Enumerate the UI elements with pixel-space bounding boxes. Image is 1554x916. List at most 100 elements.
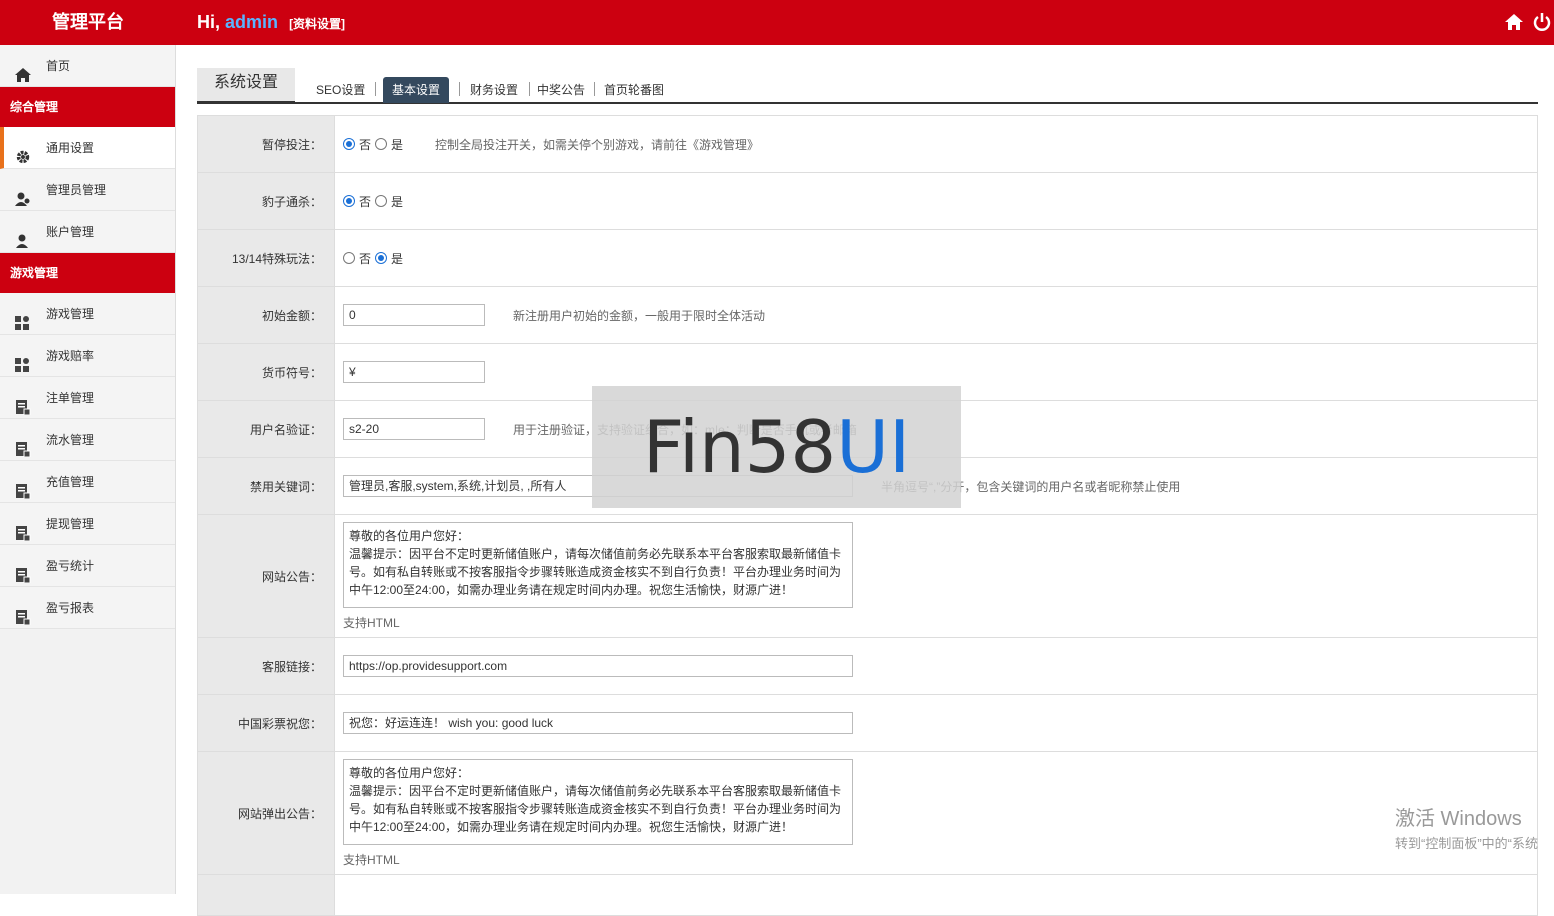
sidebar-item-home[interactable]: 首页 (0, 45, 175, 87)
main-content: 系统设置 SEO设置 基本设置 财务设置 中奖公告 首页轮番图 暂停投注： 否 … (197, 60, 1538, 916)
watermark-logo: Fin58 UI (592, 386, 961, 508)
field-label: 豹子通杀： (198, 173, 335, 229)
field-label: 中国彩票祝您： (198, 695, 335, 751)
sidebar-item-profit-stats[interactable]: 盈亏统计 (0, 545, 175, 587)
settings-form: 暂停投注： 否 是 控制全局投注开关，如需关停个别游戏，请前往《游戏管理》 豹子… (197, 115, 1538, 916)
field-label: 网站弹出公告： (198, 752, 335, 874)
sidebar-item-label: 账户管理 (46, 225, 95, 239)
field-label: 禁用关键词： (198, 458, 335, 514)
profile-settings-link[interactable]: [资料设置] (289, 17, 345, 31)
popup-notice-textarea[interactable]: 尊敬的各位用户您好： 温馨提示：因平台不定时更新储值账户，请每次储值前务必先联系… (343, 758, 853, 845)
sidebar-item-transactions[interactable]: 流水管理 (0, 419, 175, 461)
field-hint: 新注册用户初始的金额，一般用于限时全体活动 (513, 308, 766, 323)
radio-label: 是 (391, 251, 404, 266)
radio-pause-bet-yes[interactable] (375, 138, 388, 150)
row-support-link: 客服链接： https://op.providesupport.com (198, 638, 1537, 695)
sidebar-item-bet-orders[interactable]: 注单管理 (0, 377, 175, 419)
sidebar-item-game-odds[interactable]: 游戏赔率 (0, 335, 175, 377)
sidebar: 首页 综合管理 通用设置 管理员管理 账户管理 游戏管理 游戏管理 游戏赔率 注… (0, 45, 176, 894)
doc-icon (14, 432, 32, 458)
radio-leopard-kill-yes[interactable] (375, 195, 388, 207)
tab-basic[interactable]: 基本设置 (383, 77, 450, 103)
field-label: 初始金额： (198, 287, 335, 343)
radio-label: 是 (391, 137, 404, 152)
currency-symbol-input[interactable]: ¥ (343, 361, 485, 383)
radio-label: 否 (359, 251, 372, 266)
row-special-play: 13/14特殊玩法： 否 是 (198, 230, 1537, 287)
initial-amount-input[interactable]: 0 (343, 304, 485, 326)
doc-icon (14, 558, 32, 584)
sidebar-section-general[interactable]: 综合管理 (0, 87, 175, 127)
tab-home-carousel[interactable]: 首页轮番图 (595, 77, 673, 103)
power-icon[interactable] (1532, 12, 1552, 32)
greeting: Hi, admin [资料设置] (197, 0, 345, 45)
sidebar-item-account-management[interactable]: 账户管理 (0, 211, 175, 253)
radio-label: 否 (359, 194, 372, 209)
site-notice-textarea[interactable]: 尊敬的各位用户您好： 温馨提示：因平台不定时更新储值账户，请每次储值前务必先联系… (343, 521, 853, 608)
field-hint: 控制全局投注开关，如需关停个别游戏，请前往《游戏管理》 (435, 137, 760, 152)
activation-subtitle: 转到“控制面板”中的“系统 (1395, 836, 1538, 851)
greeting-text: Hi, (197, 12, 221, 32)
sidebar-item-admin-management[interactable]: 管理员管理 (0, 169, 175, 211)
tab-divider (459, 82, 460, 96)
sidebar-item-profit-report[interactable]: 盈亏报表 (0, 587, 175, 629)
radio-leopard-kill-no[interactable] (343, 195, 355, 207)
sidebar-item-label: 通用设置 (46, 141, 95, 155)
field-label: 货币符号： (198, 344, 335, 400)
support-link-input[interactable]: https://op.providesupport.com (343, 655, 853, 677)
sidebar-item-deposits[interactable]: 充值管理 (0, 461, 175, 503)
doc-icon (14, 390, 32, 416)
tab-finance[interactable]: 财务设置 (461, 77, 527, 103)
doc-icon (14, 516, 32, 542)
tab-winning-notice[interactable]: 中奖公告 (528, 77, 594, 103)
html-support-note: 支持HTML (343, 615, 400, 630)
sidebar-item-label: 充值管理 (46, 475, 95, 489)
grid-icon (14, 348, 32, 372)
gear-icon (14, 140, 32, 164)
tab-divider (375, 82, 376, 96)
row-lottery-wish: 中国彩票祝您： 祝您：好运连连！ wish you: good luck (198, 695, 1537, 752)
sidebar-item-label: 游戏赔率 (46, 349, 95, 363)
username-link[interactable]: admin (225, 12, 278, 32)
brand-title: 管理平台 (52, 12, 124, 32)
doc-icon (14, 600, 32, 626)
radio-special-play-no[interactable] (343, 252, 355, 264)
activation-title: 激活 Windows (1395, 808, 1522, 830)
watermark-text: Fin58 (642, 405, 837, 489)
row-leopard-kill: 豹子通杀： 否 是 (198, 173, 1537, 230)
sidebar-item-label: 盈亏统计 (46, 559, 95, 573)
lottery-wish-input[interactable]: 祝您：好运连连！ wish you: good luck (343, 712, 853, 734)
sidebar-item-label: 首页 (46, 59, 71, 73)
watermark-text-accent: UI (836, 405, 911, 489)
doc-icon (14, 474, 32, 500)
tab-seo[interactable]: SEO设置 (307, 77, 374, 103)
radio-special-play-yes[interactable] (375, 252, 388, 264)
radio-label: 否 (359, 137, 372, 152)
os-activation-overlay: 激活 Windows 转到“控制面板”中的“系统 (1395, 802, 1538, 852)
sidebar-item-label: 流水管理 (46, 433, 95, 447)
row-initial-amount: 初始金额： 0 新注册用户初始的金额，一般用于限时全体活动 (198, 287, 1537, 344)
html-support-note: 支持HTML (343, 852, 400, 867)
sidebar-item-general-settings[interactable]: 通用设置 (0, 127, 175, 169)
tab-system-settings[interactable]: 系统设置 (197, 68, 295, 104)
sidebar-item-game-management[interactable]: 游戏管理 (0, 293, 175, 335)
username-validation-input[interactable]: s2-20 (343, 418, 485, 440)
sidebar-item-label: 游戏管理 (46, 307, 95, 321)
field-label: 暂停投注： (198, 116, 335, 172)
row-site-notice: 网站公告： 尊敬的各位用户您好： 温馨提示：因平台不定时更新储值账户，请每次储值… (198, 515, 1537, 638)
sidebar-item-label: 提现管理 (46, 517, 95, 531)
radio-pause-bet-no[interactable] (343, 138, 355, 150)
field-label: 客服链接： (198, 638, 335, 694)
field-label (198, 875, 335, 915)
field-label: 网站公告： (198, 515, 335, 637)
sidebar-item-withdrawals[interactable]: 提现管理 (0, 503, 175, 545)
users-icon (14, 182, 32, 206)
sidebar-item-label: 管理员管理 (46, 183, 107, 197)
home-icon[interactable] (1504, 12, 1524, 32)
row-next (198, 875, 1537, 915)
sidebar-section-games[interactable]: 游戏管理 (0, 253, 175, 293)
tab-bar: 系统设置 SEO设置 基本设置 财务设置 中奖公告 首页轮番图 (197, 60, 1538, 104)
user-icon (14, 224, 32, 248)
home-icon (14, 58, 32, 82)
field-label: 用户名验证： (198, 401, 335, 457)
